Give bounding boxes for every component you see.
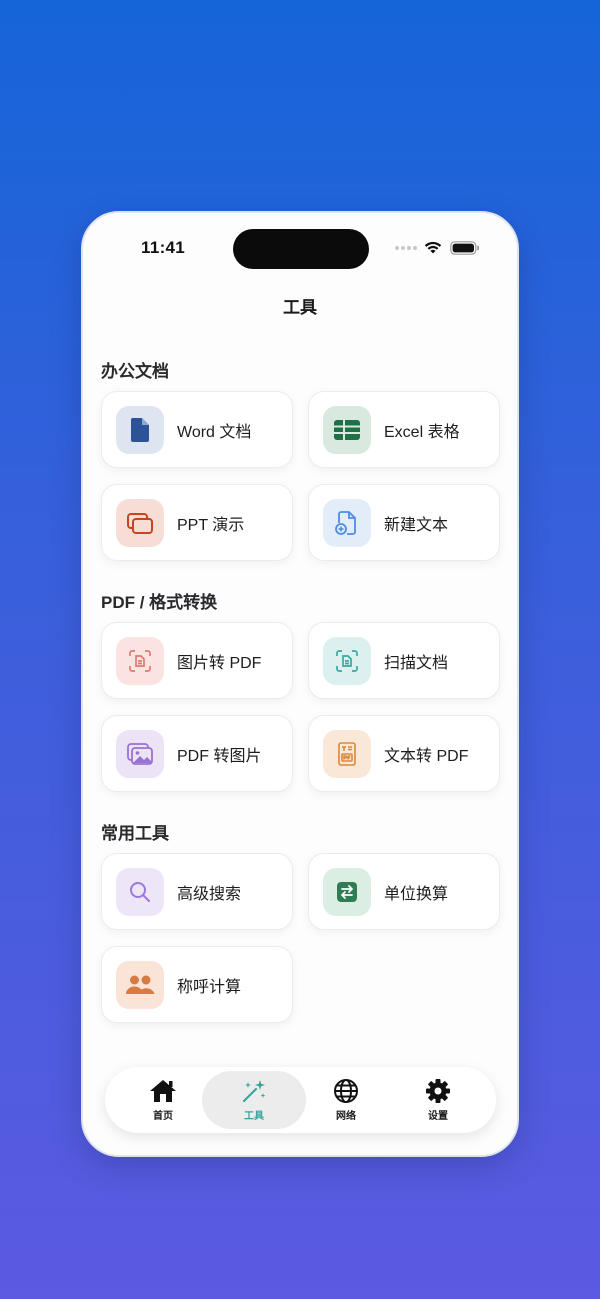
tab-tools[interactable]: 工具 bbox=[202, 1071, 306, 1129]
tab-settings[interactable]: 设置 bbox=[386, 1071, 490, 1129]
tool-label: 称呼计算 bbox=[177, 978, 242, 996]
wifi-icon bbox=[424, 241, 442, 254]
tool-label: Word 文档 bbox=[177, 423, 252, 441]
globe-icon bbox=[334, 1079, 358, 1103]
search-icon bbox=[116, 867, 164, 916]
people-icon bbox=[116, 960, 164, 1009]
section-title-office: 办公文档 bbox=[101, 362, 169, 381]
slides-icon bbox=[116, 498, 164, 547]
tool-label: 高级搜索 bbox=[177, 885, 242, 903]
status-bar: 11:41 bbox=[83, 213, 517, 273]
tool-card-word[interactable]: Word 文档 bbox=[101, 391, 293, 468]
tool-label: 扫描文档 bbox=[384, 654, 449, 672]
tab-label: 工具 bbox=[244, 1111, 264, 1122]
tool-label: 图片转 PDF bbox=[177, 654, 262, 672]
tool-card-new-text[interactable]: 新建文本 bbox=[308, 484, 500, 561]
tool-label: PPT 演示 bbox=[177, 516, 245, 534]
scan-document-icon bbox=[323, 636, 371, 685]
tool-card-kinship-calc[interactable]: 称呼计算 bbox=[101, 946, 293, 1023]
file-add-icon bbox=[323, 498, 371, 547]
tool-card-text-to-pdf[interactable]: 文本转 PDF bbox=[308, 715, 500, 792]
scan-image-icon bbox=[116, 636, 164, 685]
tool-label: Excel 表格 bbox=[384, 423, 460, 441]
tab-label: 首页 bbox=[153, 1111, 173, 1122]
magic-wand-icon bbox=[242, 1080, 266, 1103]
home-icon bbox=[150, 1080, 176, 1102]
document-icon bbox=[116, 405, 164, 454]
gear-icon bbox=[426, 1079, 450, 1103]
tool-label: 新建文本 bbox=[384, 516, 449, 534]
tool-card-advanced-search[interactable]: 高级搜索 bbox=[101, 853, 293, 930]
cellular-signal-icon bbox=[395, 246, 417, 250]
tool-card-pdf-to-image[interactable]: PDF 转图片 bbox=[101, 715, 293, 792]
convert-icon bbox=[323, 867, 371, 916]
tool-card-ppt[interactable]: PPT 演示 bbox=[101, 484, 293, 561]
section-title-common: 常用工具 bbox=[101, 824, 169, 843]
page-title: 工具 bbox=[283, 298, 317, 317]
tab-network[interactable]: 网络 bbox=[294, 1071, 398, 1129]
tool-card-scan-doc[interactable]: 扫描文档 bbox=[308, 622, 500, 699]
phone-frame: 11:41 工具 办公文档 Word 文档 Excel 表格 PPT 演示 新建… bbox=[81, 211, 519, 1157]
tab-bar: 首页 工具 网络 设置 bbox=[105, 1067, 496, 1133]
tab-label: 网络 bbox=[336, 1111, 356, 1122]
tab-home[interactable]: 首页 bbox=[111, 1071, 215, 1129]
tab-label: 设置 bbox=[428, 1111, 448, 1122]
battery-icon bbox=[450, 241, 479, 255]
tool-label: PDF 转图片 bbox=[177, 747, 262, 765]
status-time: 11:41 bbox=[141, 238, 186, 257]
text-pdf-icon bbox=[323, 729, 371, 778]
images-icon bbox=[116, 729, 164, 778]
tool-label: 文本转 PDF bbox=[384, 747, 469, 765]
table-icon bbox=[323, 405, 371, 454]
tool-card-unit-convert[interactable]: 单位换算 bbox=[308, 853, 500, 930]
tool-label: 单位换算 bbox=[384, 885, 449, 903]
tool-card-excel[interactable]: Excel 表格 bbox=[308, 391, 500, 468]
section-title-pdf: PDF / 格式转换 bbox=[101, 593, 218, 612]
dynamic-island bbox=[233, 229, 369, 269]
tool-card-image-to-pdf[interactable]: 图片转 PDF bbox=[101, 622, 293, 699]
